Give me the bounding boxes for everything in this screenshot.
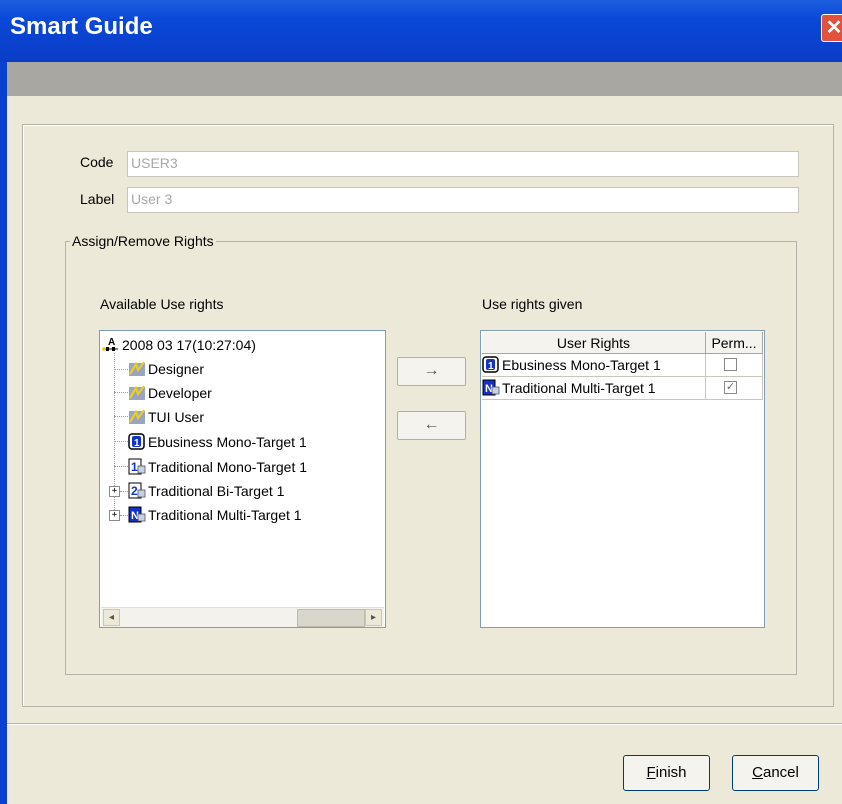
svg-text:1: 1	[131, 460, 138, 474]
perm-checkbox[interactable]: ✓	[724, 381, 737, 394]
tree-item-designer[interactable]: Designer	[128, 358, 204, 380]
header-band	[0, 62, 842, 96]
remove-right-button[interactable]: ←	[397, 411, 466, 440]
tree-horizontal-scrollbar[interactable]: ◂ ▸	[101, 607, 384, 627]
tree-connector	[114, 441, 128, 442]
tree-item-label: Traditional Multi-Target 1	[148, 507, 302, 523]
tree-item-developer[interactable]: Developer	[128, 382, 212, 404]
column-header-perm[interactable]: Perm...	[706, 332, 763, 354]
tree-item-tui-user[interactable]: TUI User	[128, 406, 204, 428]
perm-checkbox[interactable]	[724, 358, 737, 371]
chevron-left-icon: ◂	[108, 612, 115, 623]
title-bar: Smart Guide ✕	[0, 0, 842, 62]
tree-item-label: Designer	[148, 361, 205, 377]
role-icon	[129, 385, 145, 400]
add-right-button[interactable]: →	[397, 357, 466, 386]
mono-target-icon: 1	[482, 356, 499, 373]
cancel-button[interactable]: Cancel	[732, 755, 819, 791]
given-rights-table[interactable]: User Rights Perm... 1 Ebusiness Mono-Tar…	[480, 330, 765, 628]
traditional-mono-icon: 1	[128, 458, 146, 475]
table-row[interactable]: 1 Ebusiness Mono-Target 1	[482, 354, 763, 377]
svg-text:1: 1	[134, 438, 140, 449]
rights-group-legend: Assign/Remove Rights	[70, 233, 216, 249]
multi-target-icon: N	[482, 379, 500, 396]
close-button[interactable]: ✕	[821, 14, 842, 42]
role-icon	[129, 409, 145, 424]
available-rights-tree[interactable]: A 2008 03 17(10:27:04) Designer Develope…	[99, 330, 386, 628]
tree-root[interactable]: A 2008 03 17(10:27:04)	[102, 334, 256, 356]
expand-toggle[interactable]: +	[109, 510, 120, 521]
tree-connector	[114, 392, 128, 393]
window-title: Smart Guide	[10, 13, 153, 40]
tree-connector	[114, 466, 128, 467]
expand-toggle[interactable]: +	[109, 486, 120, 497]
tree-connector	[114, 369, 128, 370]
label-label: Label	[80, 191, 115, 207]
tree-item-traditional-mono-target[interactable]: 1 Traditional Mono-Target 1	[128, 456, 307, 478]
tree-item-label: Traditional Mono-Target 1	[148, 459, 308, 475]
mono-target-icon: 1	[128, 433, 145, 450]
tree-connector	[114, 416, 128, 417]
finish-label: inish	[655, 764, 687, 781]
tree-item-ebusiness-mono-target[interactable]: 1 Ebusiness Mono-Target 1	[128, 431, 307, 453]
tree-root-label: 2008 03 17(10:27:04)	[122, 337, 256, 353]
bi-target-icon: 2	[128, 482, 146, 499]
scroll-left-button[interactable]: ◂	[103, 609, 120, 626]
arrow-left-icon: ←	[423, 416, 440, 433]
arrow-right-icon: →	[423, 362, 440, 379]
available-rights-title: Available Use rights	[100, 296, 224, 312]
window-left-border	[0, 62, 7, 804]
role-icon	[129, 361, 145, 376]
label-field[interactable]: User 3	[127, 187, 799, 213]
user-rights-label: Traditional Multi-Target 1	[502, 380, 656, 396]
tree-item-label: Traditional Bi-Target 1	[148, 483, 285, 499]
tree-item-label: Ebusiness Mono-Target 1	[148, 434, 307, 450]
code-label: Code	[80, 154, 114, 170]
column-header-user-rights[interactable]: User Rights	[482, 332, 706, 354]
chevron-right-icon: ▸	[370, 612, 377, 623]
footer-separator	[7, 723, 842, 724]
cancel-label: ancel	[762, 764, 799, 781]
repository-icon: A	[102, 337, 118, 351]
close-icon: ✕	[825, 17, 842, 39]
scroll-thumb[interactable]	[297, 609, 365, 627]
user-rights-cell: 1 Ebusiness Mono-Target 1	[482, 354, 706, 377]
tree-connector	[120, 515, 128, 516]
finish-button[interactable]: Finish	[623, 755, 710, 791]
cancel-mnemonic: C	[752, 764, 763, 781]
perm-cell: ✓	[706, 377, 763, 400]
scroll-right-button[interactable]: ▸	[365, 609, 382, 626]
given-rights-title: Use rights given	[482, 296, 583, 312]
perm-cell	[706, 354, 763, 377]
tree-item-traditional-multi-target[interactable]: N Traditional Multi-Target 1	[128, 504, 302, 526]
code-field[interactable]: USER3	[127, 151, 799, 177]
tree-item-label: TUI User	[148, 409, 204, 425]
tree-connector	[120, 491, 128, 492]
finish-mnemonic: F	[646, 764, 656, 781]
svg-text:1: 1	[488, 361, 494, 372]
svg-text:A: A	[108, 337, 115, 348]
multi-target-icon: N	[128, 506, 146, 523]
table-row[interactable]: N Traditional Multi-Target 1 ✓	[482, 377, 763, 400]
svg-text:2: 2	[131, 484, 138, 498]
user-rights-label: Ebusiness Mono-Target 1	[502, 357, 661, 373]
checkmark-icon: ✓	[725, 381, 736, 393]
tree-item-label: Developer	[148, 385, 212, 401]
tree-item-traditional-bi-target[interactable]: 2 Traditional Bi-Target 1	[128, 480, 284, 502]
user-rights-cell: N Traditional Multi-Target 1	[482, 377, 706, 400]
